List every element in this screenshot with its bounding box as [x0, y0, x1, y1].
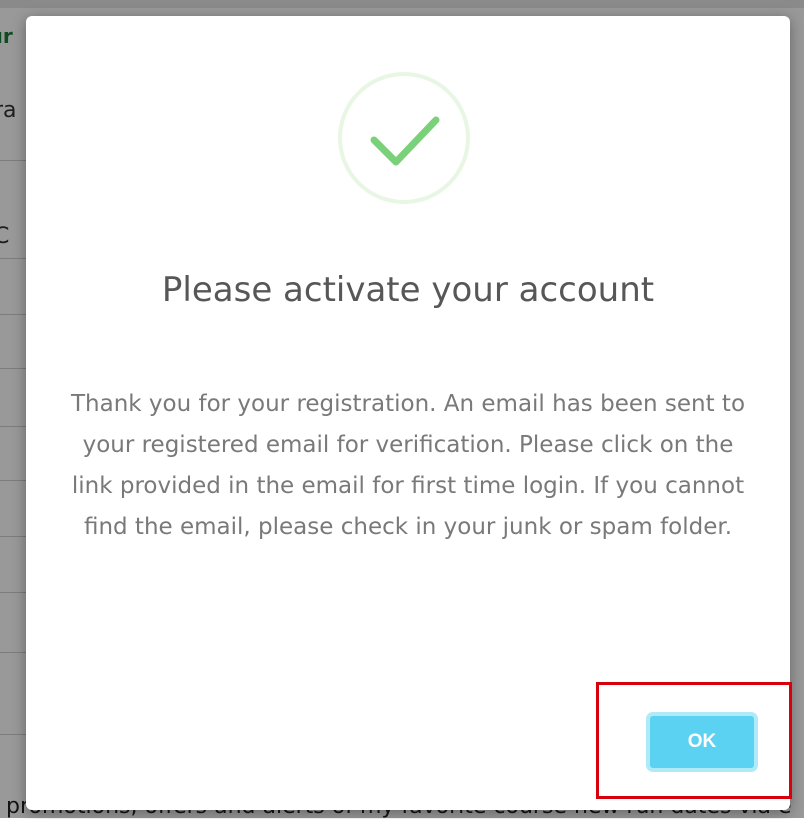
modal-title: Please activate your account [161, 270, 655, 310]
checkmark-icon [338, 72, 470, 204]
modal-message: Thank you for your registration. An emai… [70, 391, 746, 540]
ok-button[interactable]: OK [646, 712, 758, 772]
overlay-top-strip [0, 0, 804, 8]
activation-modal: Please activate your account Thank you f… [26, 16, 790, 810]
